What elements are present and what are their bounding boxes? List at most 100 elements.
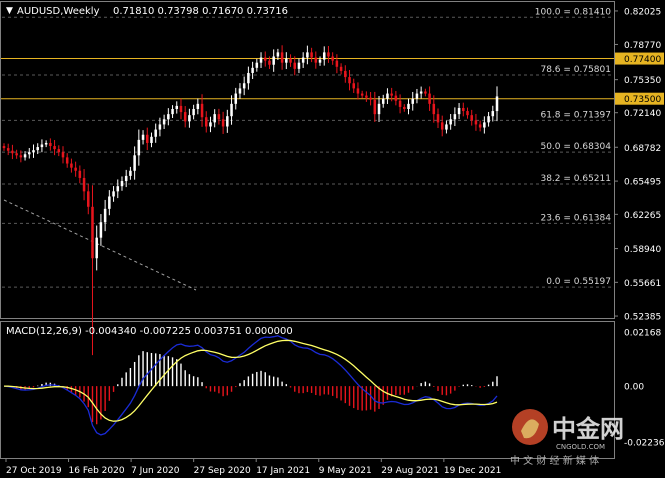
- candle-body: [339, 66, 343, 71]
- candle-body: [306, 52, 309, 58]
- chart-ohlc-values: 0.71810 0.73798 0.71670 0.73716: [113, 6, 288, 17]
- candle-body: [440, 122, 444, 130]
- candle-body: [82, 177, 86, 192]
- price-tick-label: 0.75350: [624, 76, 661, 86]
- watermark-domain: CNGOLD.COM: [556, 443, 605, 451]
- candle-body: [263, 57, 267, 61]
- macd-tick-label: 0.02168: [624, 329, 661, 339]
- fib-level-label: 38.2 = 0.65211: [540, 174, 611, 184]
- candle-body: [124, 175, 128, 182]
- candle-body: [487, 116, 490, 123]
- candle-body: [192, 108, 195, 116]
- candle-body: [424, 91, 427, 94]
- candle-body: [141, 134, 145, 140]
- level-price-tag-label: 0.73500: [624, 95, 661, 105]
- candle-body: [23, 154, 27, 158]
- candle-body: [247, 72, 250, 84]
- fib-level-label: 78.6 = 0.75801: [540, 65, 611, 75]
- candle-body: [276, 52, 280, 57]
- candle-body: [360, 93, 364, 96]
- candle-body: [95, 237, 98, 259]
- candle-body: [133, 155, 136, 171]
- candle-body: [373, 99, 377, 115]
- candle-body: [146, 134, 149, 143]
- macd-tick-label: 0.00: [624, 383, 644, 393]
- candle-body: [116, 186, 120, 192]
- candle-body: [293, 62, 297, 69]
- price-tick-label: 0.68782: [624, 144, 661, 154]
- candle-body: [188, 115, 191, 122]
- price-tick-label: 0.65495: [624, 178, 661, 188]
- candle-body: [120, 181, 124, 187]
- candle-body: [6, 148, 10, 151]
- candle-body: [407, 103, 410, 109]
- candle-body: [242, 83, 246, 89]
- candle-body: [32, 150, 35, 153]
- candle-body: [167, 114, 170, 120]
- candle-body: [381, 98, 385, 104]
- price-tick-label: 0.55661: [624, 279, 661, 289]
- candle-body: [200, 103, 204, 118]
- candle-body: [272, 56, 275, 65]
- candle-body: [137, 139, 141, 156]
- candle-body: [297, 62, 301, 69]
- candle-body: [344, 70, 347, 78]
- time-tick-label: 7 Jun 2020: [131, 466, 180, 476]
- candle-body: [352, 83, 355, 89]
- candle-body: [53, 146, 56, 150]
- time-tick-label: 27 Sep 2020: [194, 466, 251, 476]
- candle-body: [204, 117, 208, 127]
- macd-tick-label: -0.022368: [624, 438, 665, 448]
- candle-body: [78, 170, 82, 178]
- candle-body: [285, 58, 288, 63]
- candle-body: [491, 111, 495, 117]
- candle-body: [103, 208, 107, 223]
- candle-body: [310, 52, 313, 58]
- candle-body: [322, 52, 326, 60]
- candle-body: [209, 122, 212, 127]
- candle-body: [49, 142, 52, 147]
- price-tick-label: 0.78770: [624, 41, 661, 51]
- candle-body: [183, 112, 187, 122]
- candle-body: [411, 98, 414, 104]
- candle-body: [470, 115, 473, 121]
- candle-body: [234, 93, 238, 104]
- candle-body: [217, 114, 221, 120]
- candle-body: [74, 167, 77, 171]
- candle-body: [289, 58, 292, 63]
- candle-body: [129, 170, 132, 176]
- symbol-menu-icon[interactable]: ▼: [6, 6, 13, 16]
- price-tick-label: 0.82025: [624, 7, 661, 17]
- candle-body: [175, 105, 179, 109]
- candle-body: [57, 149, 61, 153]
- chart-canvas[interactable]: 100.0 = 0.81410 78.6 = 0.75801 61.8 = 0.71…: [0, 0, 665, 478]
- candle-body: [15, 153, 18, 156]
- time-tick-label: 9 May 2021: [319, 466, 372, 476]
- candle-body: [221, 119, 225, 127]
- time-tick-label: 27 Oct 2019: [6, 466, 62, 476]
- candle-body: [403, 106, 406, 109]
- candle-body: [99, 222, 103, 238]
- price-tick-label: 0.62265: [624, 211, 661, 221]
- candle-body: [453, 114, 457, 120]
- fib-level-label: 23.6 = 0.61384: [540, 213, 611, 223]
- candle-body: [436, 114, 440, 123]
- candle-body: [398, 100, 402, 107]
- level-price-tag-label: 0.77400: [624, 55, 661, 65]
- candle-body: [419, 91, 423, 94]
- candle-body: [61, 152, 65, 158]
- price-tick-label: 0.58940: [624, 245, 661, 255]
- candle-body: [377, 103, 381, 115]
- candle-body: [432, 103, 436, 115]
- candle-body: [2, 146, 6, 149]
- candle-body: [255, 62, 259, 68]
- candle-body: [474, 120, 478, 125]
- candle-body: [466, 111, 469, 116]
- candle-body: [449, 119, 452, 125]
- candle-body: [318, 59, 322, 63]
- candle-body: [196, 103, 200, 109]
- candle-body: [390, 93, 393, 96]
- candle-body: [238, 88, 242, 94]
- candle-body: [327, 52, 330, 57]
- candle-body: [280, 52, 284, 63]
